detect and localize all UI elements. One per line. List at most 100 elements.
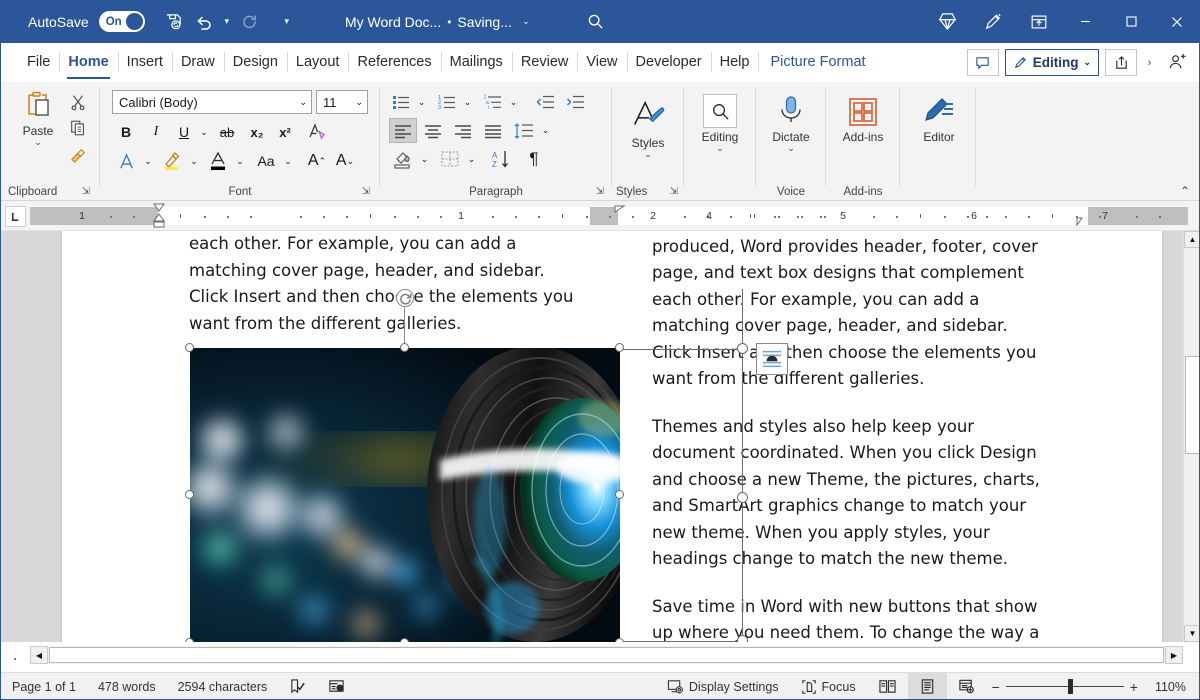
minimize-button[interactable] bbox=[1062, 0, 1108, 43]
quick-access-more-icon[interactable]: ▾ bbox=[279, 16, 295, 27]
borders-button[interactable] bbox=[436, 146, 464, 172]
borders-caret[interactable]: ⌄ bbox=[464, 146, 479, 172]
resize-handle-top-right[interactable] bbox=[615, 343, 624, 352]
shading-caret[interactable]: ⌄ bbox=[417, 146, 432, 172]
tab-help[interactable]: Help bbox=[711, 43, 759, 82]
line-spacing-caret[interactable]: ⌄ bbox=[538, 118, 553, 143]
tab-view[interactable]: View bbox=[577, 43, 626, 82]
font-color-caret[interactable]: ⌄ bbox=[232, 148, 248, 174]
scroll-down-button[interactable]: ▼ bbox=[1184, 625, 1200, 642]
align-left-button[interactable] bbox=[389, 118, 417, 143]
comments-button[interactable] bbox=[967, 49, 999, 76]
underline-dropdown-caret[interactable]: ⌄ bbox=[196, 120, 212, 144]
decrease-indent-button[interactable] bbox=[532, 90, 558, 114]
tab-stop-selector[interactable] bbox=[5, 206, 26, 227]
close-button[interactable] bbox=[1154, 0, 1200, 43]
shrink-font-button[interactable]: A⌄ bbox=[332, 148, 358, 174]
tab-draw[interactable]: Draw bbox=[172, 43, 224, 82]
ribbon-display-options-icon[interactable] bbox=[1016, 0, 1062, 43]
share-people-icon[interactable] bbox=[1162, 53, 1192, 72]
styles-dialog-launcher[interactable]: ⇲ bbox=[670, 186, 678, 197]
horizontal-scroll-thumb[interactable] bbox=[49, 647, 1164, 663]
search-icon[interactable] bbox=[575, 0, 615, 43]
copilot-diamond-icon[interactable] bbox=[924, 0, 970, 43]
undo-dropdown-caret[interactable]: ▾ bbox=[219, 16, 235, 27]
resize-handle-bottom-right[interactable] bbox=[615, 638, 624, 642]
text-column-left[interactable]: each other. For example, you can add a m… bbox=[189, 231, 581, 358]
text-effects-button[interactable] bbox=[114, 148, 140, 174]
layout-options-button[interactable] bbox=[756, 343, 788, 375]
read-mode-button[interactable] bbox=[867, 673, 908, 700]
font-size-combobox[interactable]: 11 ⌄ bbox=[316, 90, 368, 114]
word-count[interactable]: 478 words bbox=[87, 673, 167, 700]
underline-button[interactable]: U bbox=[172, 120, 196, 144]
clipboard-dialog-launcher[interactable]: ⇲ bbox=[82, 186, 90, 197]
numbering-button[interactable]: 1 2 3 bbox=[434, 90, 460, 114]
scroll-right-button[interactable]: ▶ bbox=[1165, 646, 1183, 664]
selected-image-container[interactable] bbox=[190, 348, 620, 642]
format-painter-button[interactable] bbox=[66, 142, 90, 166]
scroll-up-button[interactable]: ▲ bbox=[1184, 231, 1200, 248]
web-layout-button[interactable] bbox=[947, 673, 986, 700]
zoom-level-button[interactable]: 110% bbox=[1144, 673, 1200, 700]
chevron-down-icon[interactable]: ⌄ bbox=[787, 144, 795, 153]
multilevel-list-button[interactable]: 1 a i bbox=[480, 90, 506, 114]
draw-annotate-icon[interactable] bbox=[970, 0, 1016, 43]
shading-button[interactable] bbox=[389, 146, 417, 172]
chevron-down-icon[interactable]: ⌄ bbox=[716, 144, 724, 153]
strikethrough-button[interactable]: ab bbox=[214, 120, 240, 144]
text-column-right[interactable]: To make your document look professionall… bbox=[652, 231, 1047, 642]
italic-button[interactable]: I bbox=[144, 120, 168, 144]
multilevel-caret[interactable]: ⌄ bbox=[506, 90, 521, 114]
scroll-left-button[interactable]: ◀ bbox=[30, 646, 48, 664]
font-name-combobox[interactable]: Calibri (Body) ⌄ bbox=[112, 90, 312, 114]
tab-review[interactable]: Review bbox=[512, 43, 578, 82]
editor-button[interactable]: Editor bbox=[912, 96, 966, 144]
align-right-button[interactable] bbox=[449, 118, 477, 143]
redo-icon[interactable] bbox=[235, 7, 265, 37]
character-count[interactable]: 2594 characters bbox=[167, 673, 279, 700]
accessibility-checker-button[interactable] bbox=[317, 673, 356, 700]
change-case-button[interactable]: Aa bbox=[252, 148, 280, 174]
camera-lens-photo[interactable] bbox=[190, 348, 620, 642]
vertical-scroll-thumb[interactable] bbox=[1185, 356, 1200, 454]
tab-picture-format[interactable]: Picture Format bbox=[758, 43, 877, 82]
tab-design[interactable]: Design bbox=[224, 43, 287, 82]
resize-handle-middle-left[interactable] bbox=[185, 490, 194, 499]
resize-handle-middle-right[interactable] bbox=[615, 490, 624, 499]
horizontal-scrollbar[interactable]: ◀ ▶ bbox=[30, 646, 1183, 664]
undo-icon[interactable] bbox=[189, 7, 219, 37]
zoom-out-button[interactable]: − bbox=[986, 679, 1006, 695]
highlight-caret[interactable]: ⌄ bbox=[186, 148, 202, 174]
align-center-button[interactable] bbox=[419, 118, 447, 143]
numbering-caret[interactable]: ⌄ bbox=[460, 90, 475, 114]
subscript-button[interactable]: x₂ bbox=[244, 120, 270, 144]
vertical-scrollbar[interactable]: ▲ ▼ bbox=[1183, 231, 1200, 642]
justify-button[interactable] bbox=[479, 118, 507, 143]
focus-mode-button[interactable]: Focus bbox=[790, 673, 867, 700]
cut-button[interactable] bbox=[66, 90, 90, 114]
save-status[interactable]: Saving... bbox=[457, 14, 511, 30]
resize-handle-bottom-center[interactable] bbox=[400, 638, 409, 642]
rotate-handle[interactable] bbox=[396, 289, 414, 307]
document-page[interactable]: each other. For example, you can add a m… bbox=[62, 231, 1162, 642]
save-status-caret-icon[interactable]: ⌄ bbox=[518, 16, 534, 27]
bold-button[interactable]: B bbox=[114, 120, 138, 144]
chevron-down-icon[interactable]: ⌄ bbox=[644, 150, 652, 159]
tab-references[interactable]: References bbox=[348, 43, 440, 82]
tab-layout[interactable]: Layout bbox=[287, 43, 349, 82]
tab-insert[interactable]: Insert bbox=[118, 43, 172, 82]
print-layout-button[interactable] bbox=[908, 673, 947, 700]
text-effects-caret[interactable]: ⌄ bbox=[140, 148, 156, 174]
editing-mode-button[interactable]: Editing ⌄ bbox=[1005, 49, 1099, 76]
chevron-down-icon[interactable]: ⌄ bbox=[34, 138, 42, 147]
tab-mailings[interactable]: Mailings bbox=[441, 43, 512, 82]
resize-handle-bottom-left[interactable] bbox=[185, 638, 194, 642]
bullets-caret[interactable]: ⌄ bbox=[414, 90, 429, 114]
document-canvas[interactable]: each other. For example, you can add a m… bbox=[0, 231, 1200, 642]
editing-button[interactable]: Editing ⌄ bbox=[692, 94, 748, 153]
collapse-ribbon-button[interactable]: ⌃ bbox=[1180, 184, 1190, 198]
text-highlight-button[interactable] bbox=[158, 148, 186, 174]
font-color-button[interactable] bbox=[204, 148, 232, 174]
change-case-caret[interactable]: ⌄ bbox=[280, 148, 296, 174]
